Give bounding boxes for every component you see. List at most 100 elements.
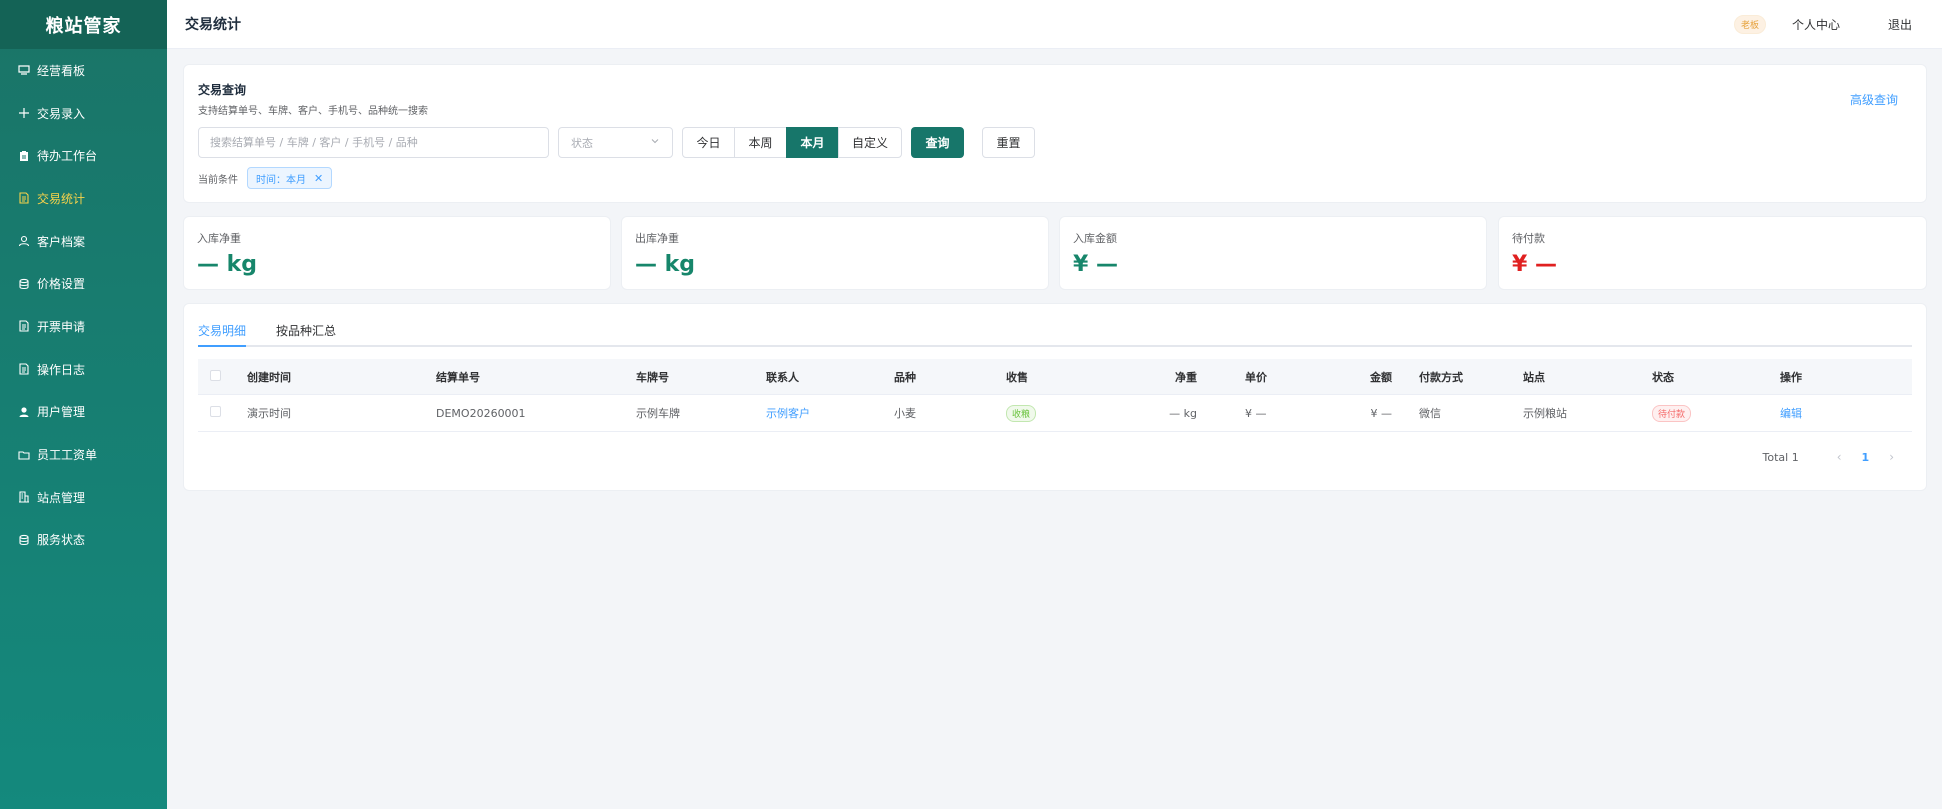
column-header: 单价 — [1245, 370, 1267, 384]
column-header: 操作 — [1780, 370, 1802, 384]
column-header: 付款方式 — [1419, 370, 1463, 384]
building-icon — [17, 490, 31, 504]
transactions-table: 创建时间 结算单号 车牌号 联系人 品种 收售 净重 单价 金额 付款方式 站点… — [198, 359, 1912, 432]
row-select-cell — [198, 406, 247, 420]
cell-status: 待付款 — [1652, 404, 1780, 422]
column-header: 车牌号 — [636, 370, 669, 384]
stat-label: 入库净重 — [197, 232, 241, 245]
date-range-group: 今日 本周 本月 自定义 — [682, 127, 902, 158]
contact-link[interactable]: 示例客户 — [766, 405, 894, 421]
sidebar-item-logs[interactable]: 操作日志 — [0, 348, 167, 391]
chevron-down-icon — [650, 136, 660, 149]
role-badge: 老板 — [1733, 15, 1766, 34]
sidebar-item-label: 待办工作台 — [37, 149, 98, 164]
sidebar-item-customers[interactable]: 客户档案 — [0, 220, 167, 263]
stat-value: — kg — [197, 252, 258, 277]
sidebar-item-label: 用户管理 — [37, 405, 86, 420]
stat-card-inbound-weight: 入库净重 — kg — [183, 216, 611, 290]
sidebar-item-invoice[interactable]: 开票申请 — [0, 305, 167, 348]
sidebar-item-label: 服务状态 — [37, 533, 86, 548]
column-header: 结算单号 — [436, 370, 480, 384]
sidebar-item-payroll[interactable]: 员工工资单 — [0, 433, 167, 476]
sidebar-item-label: 站点管理 — [37, 490, 86, 505]
range-custom-button[interactable]: 自定义 — [838, 127, 902, 158]
cell-direction: 收粮 — [1006, 404, 1134, 422]
sidebar-item-todo[interactable]: 待办工作台 — [0, 134, 167, 177]
stat-value: — kg — [635, 252, 696, 277]
close-icon[interactable]: ✕ — [314, 172, 323, 185]
range-today-button[interactable]: 今日 — [682, 127, 735, 158]
next-page-button[interactable]: › — [1889, 450, 1894, 464]
clipboard-icon — [17, 149, 31, 163]
cell-payment: 微信 — [1419, 407, 1441, 420]
logout-link[interactable]: 退出 — [1888, 16, 1912, 33]
table-header-row: 创建时间 结算单号 车牌号 联系人 品种 收售 净重 单价 金额 付款方式 站点… — [198, 359, 1912, 395]
sidebar-item-service-status[interactable]: 服务状态 — [0, 519, 167, 562]
edit-link[interactable]: 编辑 — [1780, 405, 1820, 421]
pagination-total: Total 1 — [1762, 450, 1799, 464]
tab-details[interactable]: 交易明细 — [198, 322, 247, 347]
cell-created: 演示时间 — [247, 407, 291, 420]
stat-card-outbound-weight: 出库净重 — kg — [621, 216, 1049, 290]
sidebar-item-trade-stats[interactable]: 交易统计 — [0, 177, 167, 220]
select-all-cell — [198, 369, 247, 384]
document-icon — [17, 191, 31, 205]
sidebar-item-users[interactable]: 用户管理 — [0, 391, 167, 434]
query-title: 交易查询 — [198, 83, 247, 97]
tab-by-variety[interactable]: 按品种汇总 — [276, 322, 336, 345]
top-header: 交易统计 老板 个人中心 退出 — [167, 0, 1942, 49]
sidebar-item-label: 客户档案 — [37, 234, 86, 249]
cell-variety: 小麦 — [894, 407, 916, 420]
sidebar-item-pricing[interactable]: 价格设置 — [0, 262, 167, 305]
advanced-query-link[interactable]: 高级查询 — [1850, 91, 1898, 108]
column-header: 创建时间 — [247, 370, 291, 384]
cell-unit-price: ¥ — — [1245, 406, 1267, 420]
sidebar-item-label: 交易统计 — [37, 191, 86, 206]
sidebar-item-dashboard[interactable]: 经营看板 — [0, 49, 167, 92]
database-icon — [17, 277, 31, 291]
current-conditions: 当前条件 时间：本月 ✕ — [198, 167, 1912, 189]
sidebar-item-label: 价格设置 — [37, 277, 86, 292]
app-logo: 粮站管家 — [0, 0, 167, 49]
status-select-placeholder: 状态 — [571, 136, 593, 150]
condition-tag-label: 时间：本月 — [256, 174, 306, 186]
cell-station: 示例粮站 — [1523, 407, 1567, 420]
plus-icon — [17, 106, 31, 120]
prev-page-button[interactable]: ‹ — [1837, 450, 1842, 464]
column-header: 品种 — [894, 370, 916, 384]
user-filled-icon — [17, 405, 31, 419]
sidebar-item-label: 开票申请 — [37, 319, 86, 334]
stat-card-pending-payment: 待付款 ¥ — — [1498, 216, 1927, 290]
search-button[interactable]: 查询 — [911, 127, 964, 158]
column-header: 净重 — [1175, 370, 1197, 384]
select-all-checkbox[interactable] — [210, 369, 221, 381]
stat-label: 出库净重 — [635, 232, 679, 245]
table-row: 演示时间 DEMO20260001 示例车牌 示例客户 小麦 收粮 — kg ¥… — [198, 395, 1912, 432]
page-number[interactable]: 1 — [1862, 451, 1870, 464]
stat-label: 入库金额 — [1073, 232, 1117, 245]
sidebar-item-label: 交易录入 — [37, 106, 86, 121]
database-icon — [17, 533, 31, 547]
range-week-button[interactable]: 本周 — [734, 127, 787, 158]
header-actions: 老板 个人中心 退出 — [1733, 0, 1912, 49]
folder-icon — [17, 448, 31, 462]
reset-button[interactable]: 重置 — [982, 127, 1035, 158]
range-month-button[interactable]: 本月 — [786, 127, 839, 158]
search-input[interactable] — [198, 127, 549, 158]
sidebar-item-label: 员工工资单 — [37, 448, 98, 463]
profile-link[interactable]: 个人中心 — [1792, 16, 1840, 33]
sidebar-nav: 经营看板 交易录入 待办工作台 交易统计 客户档案 价格设置 开票申请 操作日志… — [0, 49, 167, 561]
sidebar-item-stations[interactable]: 站点管理 — [0, 476, 167, 519]
document-icon — [17, 362, 31, 376]
sidebar-item-label: 经营看板 — [37, 63, 86, 78]
pagination: Total 1 ‹ 1 › — [198, 432, 1912, 482]
row-checkbox[interactable] — [210, 406, 221, 417]
query-panel: 交易查询 支持结算单号、车牌、客户、手机号、品种统一搜索 高级查询 状态 今日 … — [183, 64, 1927, 203]
sidebar-item-trade-entry[interactable]: 交易录入 — [0, 92, 167, 135]
column-header: 收售 — [1006, 370, 1028, 384]
status-select[interactable]: 状态 — [558, 127, 673, 158]
cell-order-no: DEMO20260001 — [436, 406, 526, 420]
cell-plate: 示例车牌 — [636, 407, 680, 420]
document-icon — [17, 319, 31, 333]
column-header: 金额 — [1370, 370, 1392, 384]
